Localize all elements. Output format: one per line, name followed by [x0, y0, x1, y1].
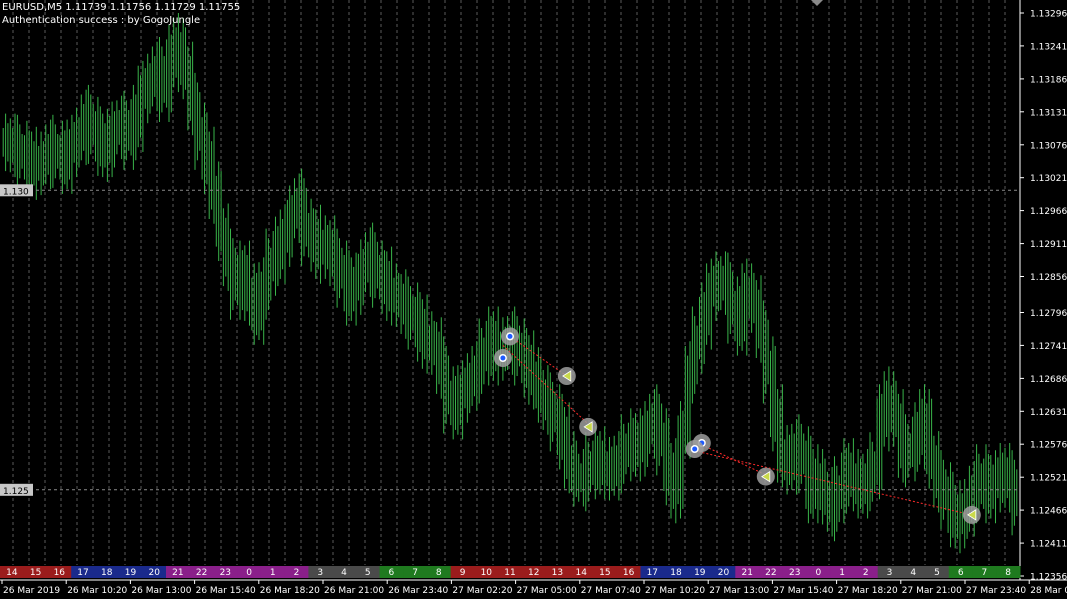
hour-label: 2 [294, 568, 300, 578]
auth-status-text: Authentication success : by GogoJungle [2, 15, 201, 26]
time-tick-label: 27 Mar 15:40 [773, 586, 833, 596]
hour-label: 19 [694, 568, 706, 578]
time-tick-label: 26 Mar 21:00 [324, 586, 384, 596]
time-tick-label: 26 Mar 2019 [3, 586, 60, 596]
time-tick-label: 28 Mar 02: [1030, 586, 1067, 596]
hour-label: 3 [317, 568, 323, 578]
hour-label: 12 [528, 568, 539, 578]
time-tick-label: 26 Mar 13:00 [131, 586, 191, 596]
time-tick-label: 27 Mar 23:40 [966, 586, 1026, 596]
time-tick-label: 27 Mar 02:20 [452, 586, 512, 596]
hour-label: 2 [863, 568, 869, 578]
hour-label: 7 [412, 568, 418, 578]
hour-label: 20 [718, 568, 730, 578]
hour-label: 19 [125, 568, 137, 578]
hour-label: 8 [1005, 568, 1011, 578]
time-tick-label: 27 Mar 07:40 [581, 586, 641, 596]
price-tick-label: 1.12411 [1030, 540, 1067, 550]
hour-label: 7 [982, 568, 988, 578]
time-tick-label: 27 Mar 21:00 [902, 586, 962, 596]
level-label: 1.125 [3, 487, 29, 497]
hour-label: 23 [789, 568, 800, 578]
level-label: 1.130 [3, 187, 29, 197]
hour-label: 22 [196, 568, 207, 578]
time-tick-label: 27 Mar 05:00 [517, 586, 577, 596]
price-tick-label: 1.13021 [1030, 174, 1067, 184]
symbol-ohlc-line: EURUSD,M5 1.11739 1.11756 1.11729 1.1175… [2, 2, 241, 13]
hour-label: 1 [839, 568, 845, 578]
hour-label: 10 [481, 568, 493, 578]
hour-label: 17 [77, 568, 88, 578]
price-tick-label: 1.12856 [1030, 273, 1067, 283]
price-tick-label: 1.12521 [1030, 474, 1067, 484]
buy-marker-icon [500, 355, 506, 361]
hour-label: 11 [504, 568, 515, 578]
hour-label: 15 [599, 568, 610, 578]
hour-label: 0 [246, 568, 252, 578]
price-tick-label: 1.12741 [1030, 342, 1067, 352]
price-tick-label: 1.12911 [1030, 240, 1067, 250]
hour-label: 6 [389, 568, 395, 578]
hour-label: 5 [365, 568, 371, 578]
price-tick-label: 1.13241 [1030, 42, 1067, 52]
time-tick-label: 26 Mar 18:20 [260, 586, 320, 596]
hour-label: 18 [670, 568, 682, 578]
time-tick-label: 26 Mar 23:40 [388, 586, 448, 596]
hour-label: 15 [30, 568, 41, 578]
price-tick-label: 1.12796 [1030, 309, 1067, 319]
hour-label: 14 [575, 568, 587, 578]
hour-label: 0 [816, 568, 822, 578]
hour-label: 1 [270, 568, 276, 578]
price-tick-label: 1.13186 [1030, 75, 1067, 85]
price-tick-label: 1.12356 [1030, 573, 1067, 583]
time-tick-label: 27 Mar 10:20 [645, 586, 705, 596]
buy-marker-icon [507, 333, 513, 339]
chart-background [0, 0, 1067, 599]
hour-label: 4 [910, 568, 916, 578]
price-tick-label: 1.13131 [1030, 108, 1067, 118]
hour-label: 18 [101, 568, 113, 578]
hour-label: 21 [741, 568, 752, 578]
hour-label: 22 [765, 568, 776, 578]
time-tick-label: 27 Mar 13:00 [709, 586, 769, 596]
hour-label: 20 [148, 568, 160, 578]
hour-label: 14 [6, 568, 18, 578]
hour-label: 4 [341, 568, 347, 578]
price-tick-label: 1.12576 [1030, 441, 1067, 451]
price-tick-label: 1.13076 [1030, 141, 1067, 151]
price-tick-label: 1.12686 [1030, 375, 1067, 385]
hour-label: 13 [552, 568, 563, 578]
time-tick-label: 27 Mar 18:20 [838, 586, 898, 596]
hour-strip: 14 15 16 17 18 19 20 21 22 23 0 1 2 3 4 5 6 7 8 9 10 11 12 13 14… [0, 566, 1021, 578]
hour-label: 16 [54, 568, 66, 578]
hour-label: 21 [172, 568, 183, 578]
hour-label: 5 [934, 568, 940, 578]
time-tick-label: 26 Mar 10:20 [67, 586, 127, 596]
price-tick-label: 1.13296 [1030, 10, 1067, 20]
hour-label: 8 [436, 568, 442, 578]
hour-label: 23 [220, 568, 231, 578]
hour-label: 6 [958, 568, 964, 578]
hour-label: 16 [623, 568, 635, 578]
price-tick-label: 1.12631 [1030, 408, 1067, 418]
price-chart[interactable]: 1.132961.132411.131861.131311.130761.130… [0, 0, 1067, 599]
time-tick-label: 26 Mar 15:40 [196, 586, 256, 596]
hour-label: 3 [887, 568, 893, 578]
hour-label: 17 [647, 568, 658, 578]
price-tick-label: 1.12466 [1030, 507, 1067, 517]
price-tick-label: 1.12966 [1030, 207, 1067, 217]
hour-label: 9 [460, 568, 466, 578]
buy-marker-icon [692, 446, 698, 452]
